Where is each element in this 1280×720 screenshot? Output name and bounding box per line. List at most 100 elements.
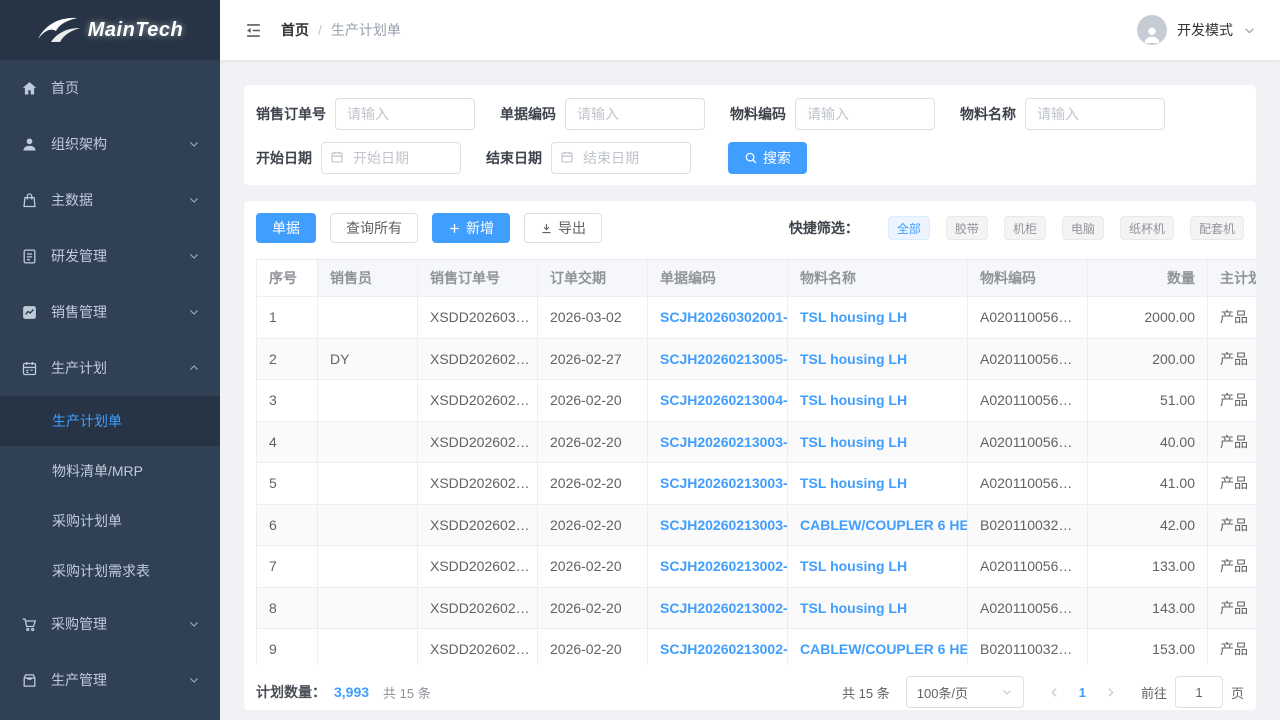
cell-material-name[interactable]: TSL housing LH [788,380,968,422]
user-menu[interactable]: 开发模式 [1137,15,1256,45]
cell-plan-type: 产品 [1208,421,1257,463]
material-code-input[interactable] [795,98,935,130]
start-date-label: 开始日期 [256,148,312,168]
plan-qty-label: 计划数量： [256,682,326,702]
cell-sales-order: XSDD202602… [418,587,538,629]
page-size-select[interactable]: 100条/页 [906,676,1024,708]
cell-delivery-date: 2026-02-20 [538,587,648,629]
goto-page-input[interactable] [1175,676,1223,708]
prev-page-icon[interactable] [1048,686,1061,699]
breadcrumb-home[interactable]: 首页 [281,20,309,40]
page-number[interactable]: 1 [1079,685,1086,700]
cell-seq: 3 [257,380,318,422]
cell-doc-code[interactable]: SCJH20260213005- [648,338,788,380]
sidebar-item-label: 生产计划 [51,358,188,378]
sidebar-subitem-purchase-plan-order[interactable]: 采购计划单 [0,496,220,546]
sidebar-item-organization[interactable]: 组织架构 [0,116,220,172]
sidebar-item-production-plan[interactable]: 生产计划 [0,340,220,396]
cell-material-name[interactable]: CABLEW/COUPLER 6 HE [788,504,968,546]
cell-seq: 4 [257,421,318,463]
quick-filter-all[interactable]: 全部 [888,216,930,240]
cell-doc-code[interactable]: SCJH20260213002- [648,629,788,666]
cell-doc-code[interactable]: SCJH20260213002- [648,546,788,588]
pagination: 共 15 条 100条/页 1 前往 页 [842,676,1244,708]
cell-seq: 5 [257,463,318,505]
table-row: 4XSDD202602…2026-02-20SCJH20260213003-TS… [257,421,1257,463]
top-header: 首页 / 生产计划单 开发模式 [220,0,1280,60]
col-material-code: 物料编码 [968,260,1088,297]
quick-filter-cabinet[interactable]: 机柜 [1004,216,1046,240]
sidebar-item-rd-management[interactable]: 研发管理 [0,228,220,284]
home-icon [20,79,38,97]
sidebar-item-label: 销售管理 [51,302,188,322]
chevron-up-icon [188,362,200,374]
cell-quantity: 41.00 [1088,463,1208,505]
breadcrumb-current: 生产计划单 [331,20,401,40]
doc-button[interactable]: 单据 [256,213,316,243]
quick-filter-tape[interactable]: 胶带 [946,216,988,240]
cell-doc-code[interactable]: SCJH20260213002- [648,587,788,629]
sidebar-subitem-purchase-plan-demand[interactable]: 采购计划需求表 [0,546,220,596]
col-quantity: 数量 [1088,260,1208,297]
cell-plan-type: 产品 [1208,504,1257,546]
query-all-button[interactable]: 查询所有 [330,213,418,243]
quick-filter-accessory-machine[interactable]: 配套机 [1190,216,1244,240]
table-row: 6XSDD202602…2026-02-20SCJH20260213003-CA… [257,504,1257,546]
export-button[interactable]: 导出 [524,213,602,243]
cell-delivery-date: 2026-02-20 [538,380,648,422]
material-name-label: 物料名称 [960,104,1016,124]
cell-delivery-date: 2026-02-27 [538,338,648,380]
chevron-down-icon [188,674,200,686]
cell-sales-order: XSDD202602… [418,463,538,505]
col-salesperson: 销售员 [318,260,418,297]
cell-doc-code[interactable]: SCJH20260213003- [648,463,788,505]
sidebar-item-purchase-management[interactable]: 采购管理 [0,596,220,652]
cell-doc-code[interactable]: SCJH20260213004- [648,380,788,422]
doc-code-input[interactable] [565,98,705,130]
search-button[interactable]: 搜索 [728,142,807,174]
material-code-label: 物料编码 [730,104,786,124]
sidebar-item-production-management[interactable]: 生产管理 [0,652,220,708]
chevron-down-icon [188,618,200,630]
doc-code-label: 单据编码 [500,104,556,124]
sidebar-subitem-production-plan-order[interactable]: 生产计划单 [0,396,220,446]
cell-doc-code[interactable]: SCJH20260213003- [648,421,788,463]
production-box-icon [20,671,38,689]
table-row: 2DYXSDD202602…2026-02-27SCJH20260213005-… [257,338,1257,380]
quick-filter-paper-cup-machine[interactable]: 纸杯机 [1120,216,1174,240]
cell-plan-type: 产品 [1208,380,1257,422]
cell-plan-type: 产品 [1208,629,1257,666]
quick-filter-computer[interactable]: 电脑 [1062,216,1104,240]
sidebar-item-master-data[interactable]: 主数据 [0,172,220,228]
add-button[interactable]: 新增 [432,213,510,243]
cell-salesperson [318,421,418,463]
cell-material-name[interactable]: TSL housing LH [788,297,968,339]
cell-delivery-date: 2026-02-20 [538,463,648,505]
cell-material-name[interactable]: TSL housing LH [788,546,968,588]
sidebar-subitem-bom-mrp[interactable]: 物料清单/MRP [0,446,220,496]
sidebar-item-label: 主数据 [51,190,188,210]
cell-doc-code[interactable]: SCJH20260302001- [648,297,788,339]
search-icon [744,151,758,165]
cell-material-name[interactable]: TSL housing LH [788,587,968,629]
user-name: 开发模式 [1177,20,1233,40]
sidebar-item-label: 组织架构 [51,134,188,154]
sidebar-item-home[interactable]: 首页 [0,60,220,116]
sales-order-input[interactable] [335,98,475,130]
cell-sales-order: XSDD202603… [418,297,538,339]
cell-material-name[interactable]: TSL housing LH [788,338,968,380]
col-material-name: 物料名称 [788,260,968,297]
cell-seq: 1 [257,297,318,339]
cell-material-name[interactable]: CABLEW/COUPLER 6 HE [788,629,968,666]
sidebar: MainTech 首页 组织架构 主数据 研发管理 销售管理 [0,0,220,720]
material-name-input[interactable] [1025,98,1165,130]
sidebar-fold-icon[interactable] [244,21,263,40]
cell-material-name[interactable]: TSL housing LH [788,463,968,505]
next-page-icon[interactable] [1104,686,1117,699]
sidebar-item-sales-management[interactable]: 销售管理 [0,284,220,340]
data-table: 序号 销售员 销售订单号 订单交期 单据编码 物料名称 物料编码 数量 主计划 … [256,259,1256,665]
cell-material-code: A020110056… [968,297,1088,339]
cell-material-name[interactable]: TSL housing LH [788,421,968,463]
cell-doc-code[interactable]: SCJH20260213003- [648,504,788,546]
cell-seq: 6 [257,504,318,546]
